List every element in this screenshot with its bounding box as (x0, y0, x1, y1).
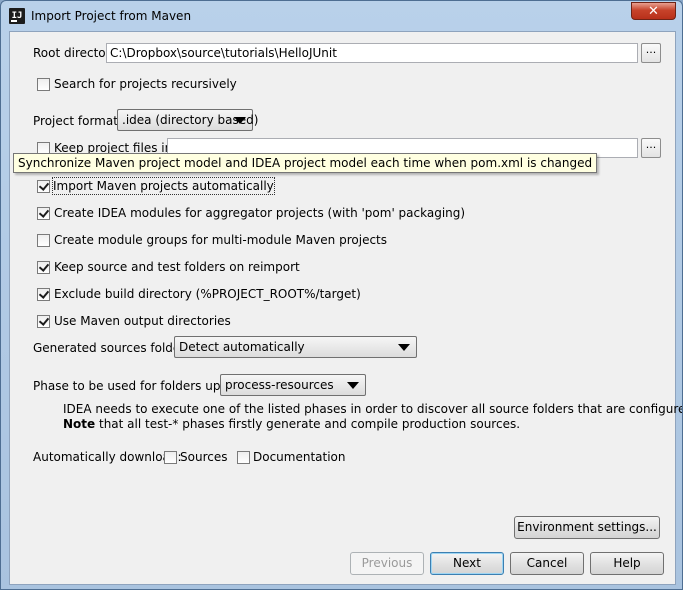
use-maven-output-label: Use Maven output directories (54, 314, 231, 328)
phase-note-line2-text: that all test-* phases firstly generate … (95, 417, 521, 431)
tooltip: Synchronize Maven project model and IDEA… (13, 153, 598, 173)
generated-sources-value: Detect automatically (179, 340, 305, 354)
environment-settings-button[interactable]: Environment settings... (514, 516, 660, 539)
previous-button[interactable]: Previous (350, 552, 424, 575)
phase-note-line1: IDEA needs to execute one of the listed … (63, 402, 682, 416)
download-sources-label: Sources (180, 450, 228, 464)
dropdown-arrow-icon (234, 117, 246, 124)
download-sources-checkbox[interactable] (164, 451, 177, 464)
generated-sources-label: Generated sources folders: (33, 341, 196, 355)
download-documentation-checkbox[interactable] (237, 451, 250, 464)
download-documentation-label: Documentation (253, 450, 346, 464)
cancel-button[interactable]: Cancel (510, 552, 584, 575)
exclude-build-directory-checkbox[interactable] (37, 288, 50, 301)
intellij-app-icon: IJ (9, 8, 25, 24)
phase-label: Phase to be used for folders update: (33, 379, 252, 393)
create-aggregator-modules-label: Create IDEA modules for aggregator proje… (54, 206, 466, 220)
create-aggregator-modules-checkbox[interactable] (37, 207, 50, 220)
keep-source-folders-checkbox[interactable] (37, 261, 50, 274)
dropdown-arrow-icon (398, 344, 410, 351)
root-directory-input[interactable]: C:\Dropbox\source\tutorials\HelloJUnit (106, 43, 638, 63)
dialog-content: Root directory C:\Dropbox\source\tutoria… (9, 31, 682, 585)
create-module-groups-checkbox[interactable] (37, 234, 50, 247)
generated-sources-dropdown[interactable]: Detect automatically (174, 336, 417, 358)
search-recursively-checkbox[interactable] (37, 78, 50, 91)
close-button[interactable]: ✕ (631, 2, 676, 20)
use-maven-output-checkbox[interactable] (37, 315, 50, 328)
root-directory-label: Root directory (33, 46, 118, 60)
help-button[interactable]: Help (590, 552, 664, 575)
phase-note-line2: Note that all test-* phases firstly gene… (63, 416, 520, 432)
auto-download-label: Automatically download: (33, 450, 182, 464)
phase-dropdown[interactable]: process-resources (220, 374, 366, 396)
import-automatically-label: Import Maven projects automatically (52, 177, 275, 195)
title-bar[interactable]: IJ Import Project from Maven ✕ (1, 1, 682, 31)
import-maven-dialog: IJ Import Project from Maven ✕ Root dire… (0, 0, 683, 590)
create-module-groups-label: Create module groups for multi-module Ma… (54, 233, 387, 247)
keep-source-folders-label: Keep source and test folders on reimport (54, 260, 300, 274)
project-format-dropdown[interactable]: .idea (directory based) (117, 109, 258, 131)
window-title: Import Project from Maven (31, 9, 192, 23)
import-automatically-checkbox[interactable] (37, 180, 50, 193)
next-button[interactable]: Next (430, 552, 504, 575)
exclude-build-directory-label: Exclude build directory (%PROJECT_ROOT%/… (54, 287, 361, 301)
dropdown-arrow-icon (347, 382, 359, 389)
note-bold-label: Note (63, 417, 96, 431)
keep-project-files-browse-button[interactable]: ... (641, 138, 661, 158)
search-recursively-label: Search for projects recursively (54, 77, 237, 91)
phase-value: process-resources (225, 378, 334, 392)
root-directory-browse-button[interactable]: ... (641, 43, 661, 63)
project-format-label: Project format: (33, 114, 122, 128)
